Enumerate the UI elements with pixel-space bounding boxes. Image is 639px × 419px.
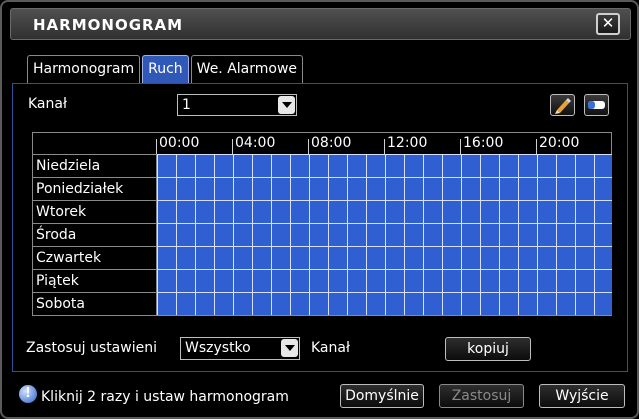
schedule-grid: Niedziela Poniedziałek Wtorek Środa Czwa… <box>32 132 612 316</box>
hour-label-20: 20:00 <box>539 135 580 151</box>
day-column: Niedziela Poniedziałek Wtorek Środa Czwa… <box>33 133 156 315</box>
title-bar: HARMONOGRAM ✕ <box>10 8 631 40</box>
dialog-title: HARMONOGRAM <box>33 16 184 34</box>
day-label-poniedzialek: Poniedziałek <box>33 177 156 200</box>
chevron-down-icon[interactable] <box>278 96 295 114</box>
erase-button[interactable] <box>584 94 609 116</box>
eraser-icon <box>588 101 605 109</box>
hour-tick <box>156 139 157 154</box>
day-label-czwartek: Czwartek <box>33 246 156 269</box>
schedule-dialog: HARMONOGRAM ✕ Harmonogram Ruch We. Alarm… <box>0 0 639 419</box>
hour-header: 00:00 04:00 08:00 12:00 16:00 20:00 <box>156 133 612 154</box>
hour-tick <box>460 139 461 154</box>
exit-button[interactable]: Wyjście <box>539 384 625 408</box>
default-button[interactable]: Domyślnie <box>340 384 424 408</box>
hour-label-08: 08:00 <box>311 135 352 151</box>
hour-label-16: 16:00 <box>463 135 504 151</box>
hour-tick <box>536 139 537 154</box>
info-icon: ! <box>19 385 37 403</box>
tab-bar: Harmonogram Ruch We. Alarmowe <box>27 55 305 83</box>
day-label-niedziela: Niedziela <box>33 154 156 177</box>
hour-label-04: 04:00 <box>235 135 276 151</box>
tab-ruch[interactable]: Ruch <box>142 55 189 83</box>
day-label-sobota: Sobota <box>33 292 156 315</box>
copy-button[interactable]: kopiuj <box>445 337 531 361</box>
close-icon: ✕ <box>601 14 615 32</box>
schedule-cells[interactable] <box>156 154 612 315</box>
channel-label: Kanał <box>28 96 67 112</box>
apply-scope-value: Wszystko <box>185 340 251 356</box>
edit-button[interactable] <box>550 94 575 116</box>
tab-harmonogram[interactable]: Harmonogram <box>27 55 141 83</box>
channel-select[interactable]: 1 <box>177 94 297 116</box>
hour-tick <box>308 139 309 154</box>
apply-button[interactable]: Zastosuj <box>439 384 524 408</box>
apply-settings-label: Zastosuj ustawieni <box>26 340 157 356</box>
tab-we-alarmowe[interactable]: We. Alarmowe <box>190 55 304 83</box>
hint-text: Kliknij 2 razy i ustaw harmonogram <box>39 385 332 409</box>
pencil-icon <box>555 98 571 114</box>
hour-label-00: 00:00 <box>159 135 200 151</box>
close-button[interactable]: ✕ <box>596 13 620 35</box>
channel-select-value: 1 <box>182 97 191 113</box>
hour-label-12: 12:00 <box>387 135 428 151</box>
hour-tick <box>232 139 233 154</box>
hour-tick <box>384 139 385 154</box>
day-label-piatek: Piątek <box>33 269 156 292</box>
day-label-sroda: Środa <box>33 223 156 246</box>
day-label-wtorek: Wtorek <box>33 200 156 223</box>
chevron-down-icon[interactable] <box>281 339 298 357</box>
apply-scope-select[interactable]: Wszystko <box>180 337 300 360</box>
apply-channel-label: Kanał <box>311 340 350 356</box>
